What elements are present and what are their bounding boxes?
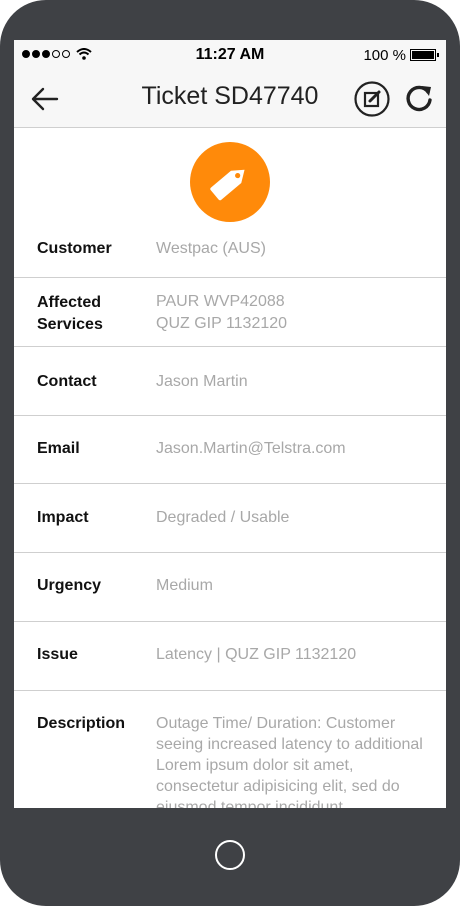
field-row-email: Email Jason.Martin@Telstra.com	[14, 416, 446, 484]
field-row-impact: Impact Degraded / Usable	[14, 484, 446, 553]
field-label-affected-services-1: Affected	[37, 294, 102, 311]
refresh-icon[interactable]	[404, 82, 434, 114]
field-label-email: Email	[37, 440, 80, 457]
field-label-issue: Issue	[37, 646, 78, 663]
field-label-contact: Contact	[37, 373, 97, 390]
field-label-description: Description	[37, 715, 126, 732]
field-value-contact: Jason Martin	[156, 373, 248, 390]
field-label-impact: Impact	[37, 509, 89, 526]
field-label-customer: Customer	[37, 240, 112, 257]
field-row-description: Description Outage Time/ Duration: Custo…	[14, 691, 446, 808]
field-row-urgency: Urgency Medium	[14, 553, 446, 622]
tag-icon	[190, 142, 270, 222]
field-value-email[interactable]: Jason.Martin@Telstra.com	[156, 438, 426, 459]
navigation-bar: Ticket SD47740	[14, 70, 446, 128]
field-value-affected-services-1: PAUR WVP42088	[156, 293, 285, 310]
field-row-customer: Customer Westpac (AUS)	[14, 232, 446, 278]
field-row-issue: Issue Latency | QUZ GIP 1132120	[14, 622, 446, 691]
battery-percentage: 100 %	[363, 47, 406, 64]
field-label-affected-services-2: Services	[37, 316, 103, 333]
status-bar: 11:27 AM 100 %	[14, 40, 446, 70]
field-value-impact: Degraded / Usable	[156, 509, 290, 526]
phone-frame: 11:27 AM 100 % Ticket SD47740 Customer W…	[0, 0, 460, 906]
tag-glyph-icon	[210, 169, 245, 201]
screen: 11:27 AM 100 % Ticket SD47740 Customer W…	[14, 40, 446, 808]
field-value-description: Outage Time/ Duration: Customer seeing i…	[156, 715, 423, 808]
field-label-urgency: Urgency	[37, 577, 102, 594]
home-button[interactable]	[215, 840, 245, 870]
field-value-customer: Westpac (AUS)	[156, 240, 266, 257]
field-value-affected-services-2: QUZ GIP 1132120	[156, 315, 288, 332]
field-value-issue: Latency | QUZ GIP 1132120	[156, 646, 357, 663]
edit-icon[interactable]	[354, 81, 390, 117]
field-value-urgency: Medium	[156, 577, 213, 594]
field-row-affected-services: Affected Services PAUR WVP42088 QUZ GIP …	[14, 278, 446, 347]
battery-icon	[410, 49, 439, 61]
field-row-contact: Contact Jason Martin	[14, 347, 446, 416]
